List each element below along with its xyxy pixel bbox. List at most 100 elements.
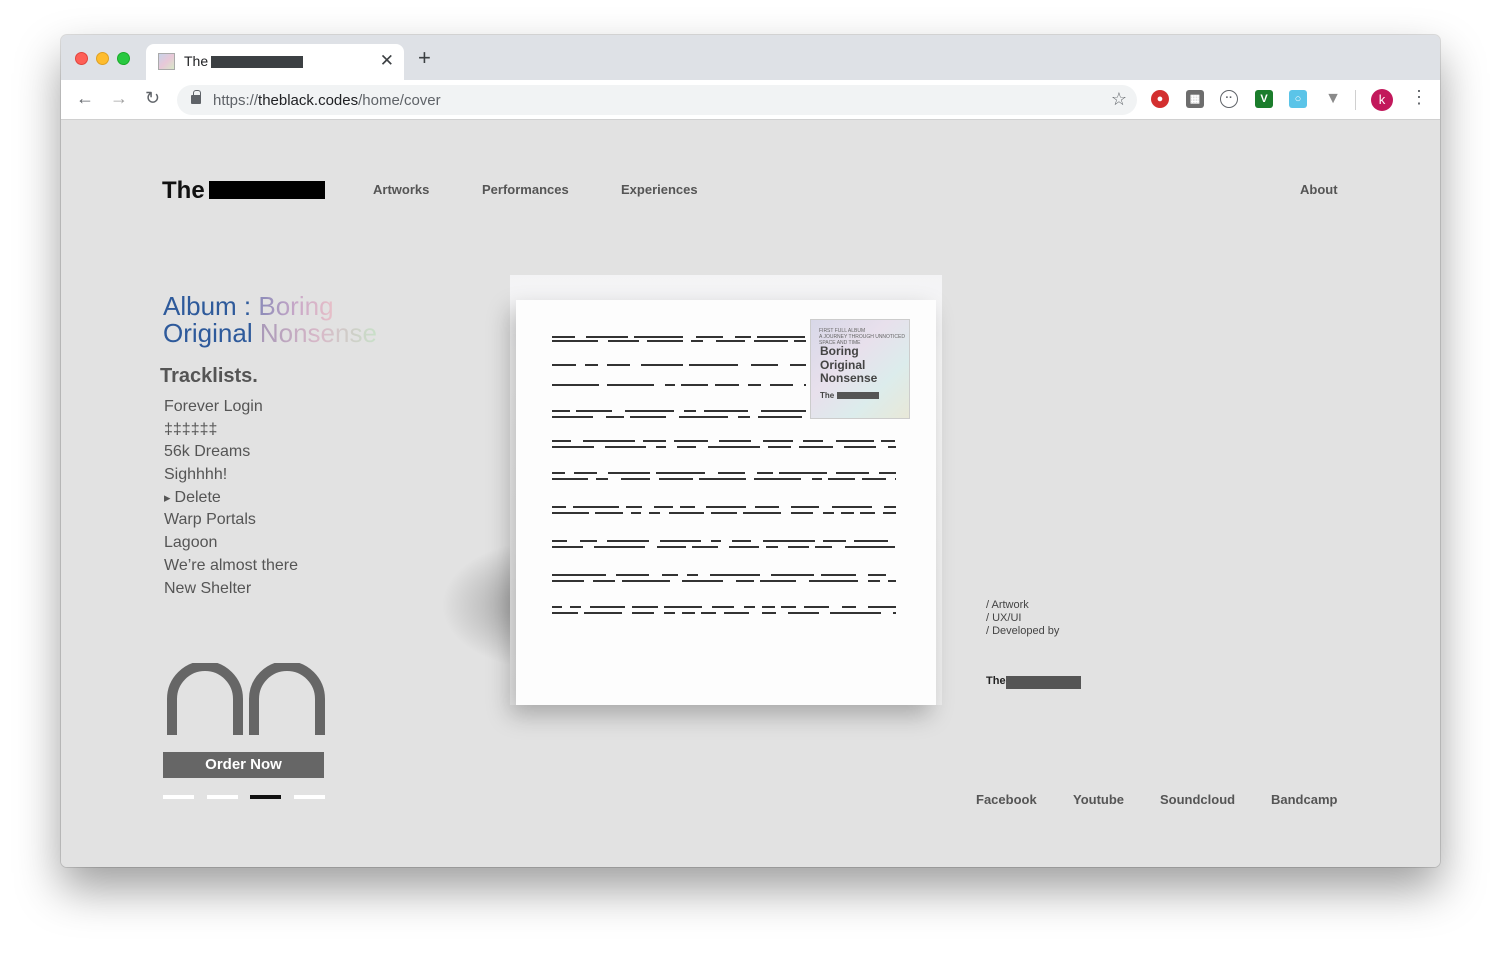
nav-artworks[interactable]: Artworks: [373, 182, 429, 197]
maximize-window-button[interactable]: [117, 52, 130, 65]
cover-text-line: [883, 512, 896, 514]
cover-text-line: [634, 336, 683, 338]
cover-text-line: [868, 606, 896, 608]
adblock-extension-icon[interactable]: ●: [1151, 90, 1169, 108]
cover-text-line: [760, 580, 796, 582]
cover-text-line: [799, 446, 833, 448]
cover-text-line: [738, 416, 750, 418]
track-item[interactable]: 56k Dreams: [164, 441, 298, 464]
tracklist-heading: Tracklists.: [160, 365, 258, 387]
carousel-dot-4[interactable]: [294, 795, 325, 799]
cover-text-line: [680, 506, 695, 508]
code-extension-icon[interactable]: ··: [1220, 90, 1238, 108]
cover-text-line: [884, 506, 896, 508]
cover-text-line: [754, 478, 801, 480]
back-icon[interactable]: ←: [76, 89, 94, 107]
cover-text-line: [674, 440, 708, 442]
cover-text-line: [879, 472, 896, 474]
profile-avatar[interactable]: k: [1371, 89, 1393, 111]
track-item[interactable]: Sighhhh!: [164, 464, 298, 487]
track-item[interactable]: Delete: [164, 487, 298, 510]
album-cover[interactable]: FIRST FULL ALBUM A JOURNEY THROUGH UNNOTI…: [516, 300, 936, 705]
browser-tab[interactable]: The ✕: [146, 44, 404, 80]
cover-text-line: [735, 336, 751, 338]
cover-text-line: [552, 612, 578, 614]
reload-icon[interactable]: ↻: [145, 89, 160, 107]
vue-extension-icon[interactable]: V: [1255, 90, 1273, 108]
cover-text-line: [605, 446, 646, 448]
cover-text-line: [862, 478, 886, 480]
grid-extension-icon[interactable]: ▦: [1186, 90, 1204, 108]
carousel-dot-2[interactable]: [207, 795, 238, 799]
track-item[interactable]: Lagoon: [164, 532, 298, 555]
cover-text-line: [711, 540, 721, 542]
address-bar[interactable]: https://theblack.codes/home/cover ☆: [177, 85, 1137, 115]
cover-text-line: [586, 336, 628, 338]
carousel-dot-1[interactable]: [163, 795, 194, 799]
screenshot-extension-icon[interactable]: ○: [1289, 90, 1307, 108]
cover-sticker: FIRST FULL ALBUM A JOURNEY THROUGH UNNOTI…: [810, 319, 910, 419]
cover-text-line: [790, 364, 806, 366]
cover-text-line: [656, 472, 705, 474]
link-bandcamp[interactable]: Bandcamp: [1271, 792, 1337, 807]
tab-strip: The ✕ +: [61, 35, 1440, 80]
cover-text-line: [632, 612, 654, 614]
cover-text-line: [844, 446, 876, 448]
new-tab-button[interactable]: +: [418, 47, 431, 69]
credit-uxui: / UX/UI: [986, 612, 1022, 624]
cover-text-line: [596, 478, 608, 480]
vue-devtools-extension-icon[interactable]: ▼: [1324, 90, 1342, 108]
cover-text-line: [779, 472, 827, 474]
nav-about[interactable]: About: [1300, 182, 1338, 197]
cover-text-line: [649, 512, 660, 514]
cover-text-line: [552, 512, 589, 514]
cover-text-line: [552, 336, 575, 338]
cover-text-line: [682, 580, 723, 582]
track-item[interactable]: New Shelter: [164, 578, 298, 601]
cover-text-line: [570, 606, 581, 608]
cover-text-line: [736, 580, 754, 582]
cover-text-line: [590, 606, 625, 608]
nav-experiences[interactable]: Experiences: [621, 182, 698, 197]
nav-performances[interactable]: Performances: [482, 182, 569, 197]
track-item[interactable]: ‡‡‡‡‡‡: [164, 419, 298, 442]
cover-text-line: [585, 364, 598, 366]
minimize-window-button[interactable]: [96, 52, 109, 65]
cover-text-line: [552, 472, 565, 474]
carousel-dot-3[interactable]: [250, 795, 281, 799]
sticker-the: The: [820, 391, 835, 400]
cover-text-line: [757, 472, 773, 474]
close-window-button[interactable]: [75, 52, 88, 65]
link-facebook[interactable]: Facebook: [976, 792, 1037, 807]
order-now-button[interactable]: Order Now: [163, 752, 324, 778]
cover-text-line: [662, 574, 678, 576]
link-youtube[interactable]: Youtube: [1073, 792, 1124, 807]
track-item[interactable]: Forever Login: [164, 396, 298, 419]
cover-text-line: [552, 574, 606, 576]
cover-text-line: [754, 340, 788, 342]
cover-text-line: [757, 336, 805, 338]
band-logo-mark: [167, 663, 325, 735]
cover-text-line: [724, 612, 749, 614]
cover-text-line: [845, 546, 895, 548]
cover-text-line: [732, 540, 751, 542]
cover-text-line: [841, 512, 854, 514]
cover-text-line: [812, 478, 822, 480]
favicon-icon: [158, 53, 175, 70]
track-item[interactable]: We’re almost there: [164, 555, 298, 578]
tab-title-redaction: [211, 56, 303, 68]
forward-icon[interactable]: →: [110, 89, 128, 107]
cover-text-line: [552, 540, 567, 542]
tab-title: The: [184, 53, 209, 69]
more-menu-icon[interactable]: ⋮: [1410, 88, 1428, 106]
cover-text-line: [552, 606, 562, 608]
site-logo[interactable]: The: [162, 177, 205, 205]
cover-text-line: [791, 512, 813, 514]
close-tab-icon[interactable]: ✕: [380, 51, 394, 71]
track-item[interactable]: Warp Portals: [164, 509, 298, 532]
bookmark-star-icon[interactable]: ☆: [1111, 89, 1127, 110]
cover-text-line: [719, 440, 751, 442]
cover-text-line: [804, 606, 829, 608]
link-soundcloud[interactable]: Soundcloud: [1160, 792, 1235, 807]
url-text: https://theblack.codes/home/cover: [213, 92, 441, 109]
